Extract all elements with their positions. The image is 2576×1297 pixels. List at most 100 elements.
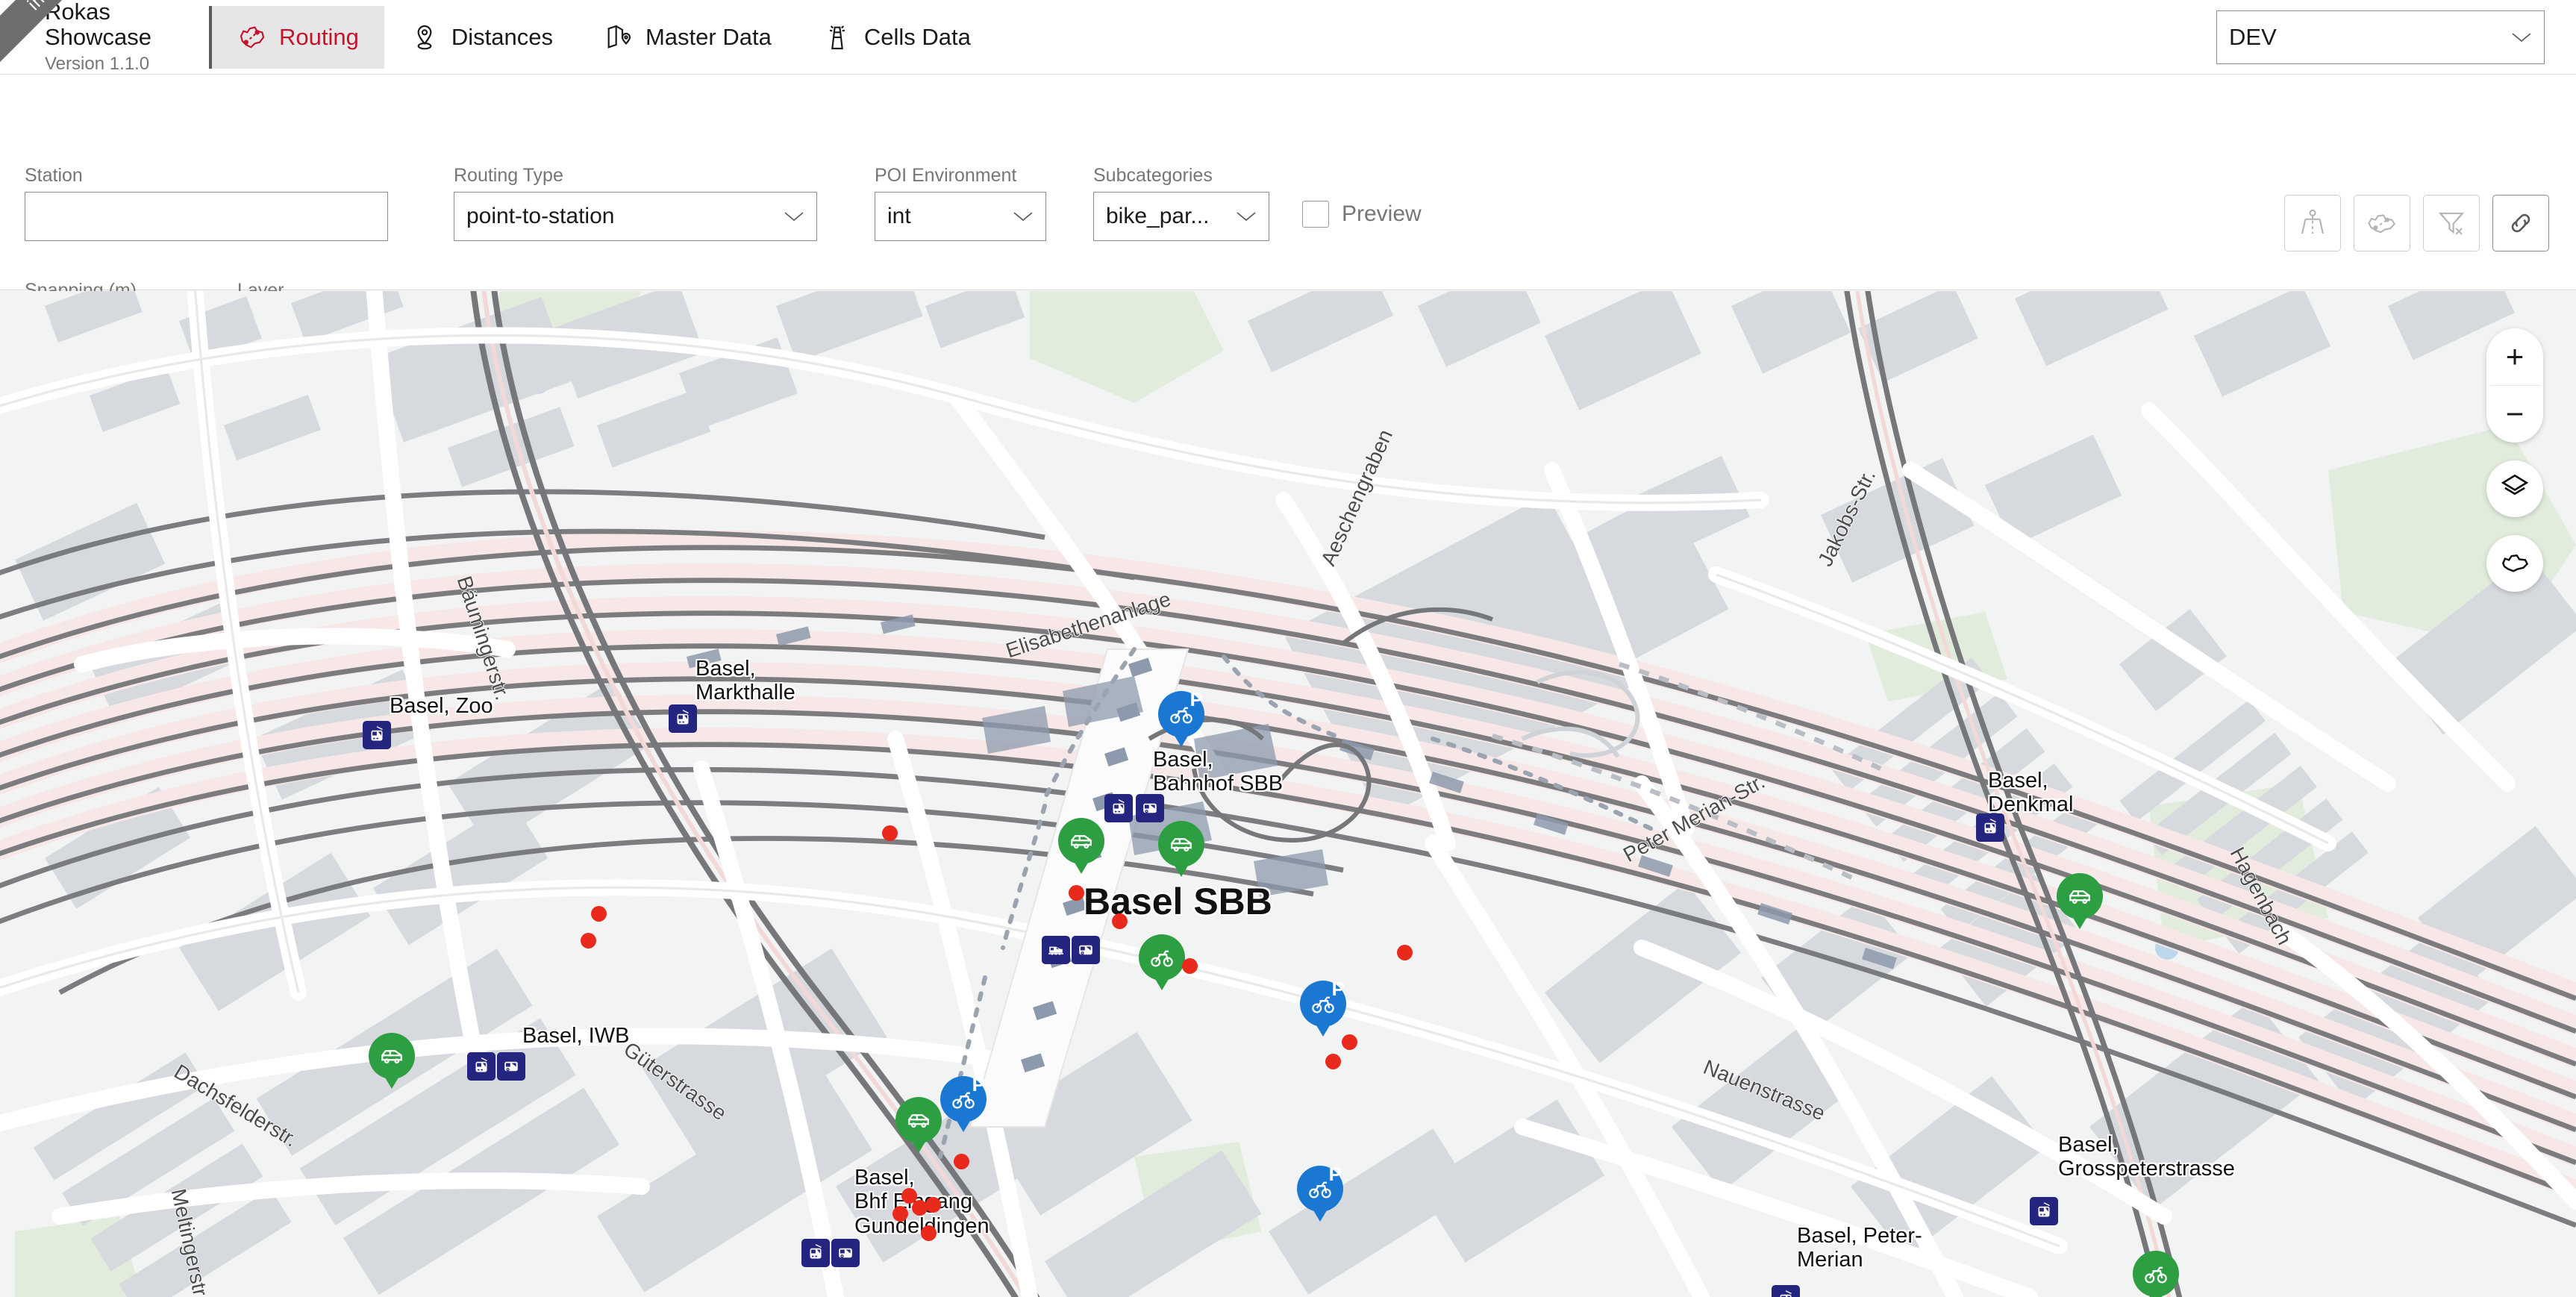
poi-environment-label: POI Environment [875,165,1017,186]
chevron-down-icon [784,212,804,222]
tram-icon[interactable] [2030,1197,2058,1225]
station-input[interactable] [25,192,388,241]
tab-cells-data[interactable]: Cells Data [797,6,996,69]
map-pin-icon [604,22,634,52]
parking-p-label: P [1189,688,1203,710]
layers-button[interactable] [2486,460,2543,517]
zoom-control: + − [2486,328,2543,443]
chevron-down-icon [1013,212,1033,222]
filter-clear-icon [2436,207,2467,239]
chevron-down-icon [2512,32,2531,42]
access-point-dot[interactable] [591,906,607,922]
tram-icon[interactable] [669,704,697,733]
chevron-down-icon [1237,212,1256,222]
tram-icon[interactable] [1976,813,2004,842]
swiss-route-button[interactable] [2354,195,2410,251]
routing-type-select[interactable]: point-to-station [454,192,817,241]
poi-environment-field-group: POI Environment int [875,165,1046,241]
tab-master-data[interactable]: Master Data [578,6,797,69]
switzerland-icon [2499,546,2530,581]
app-version: Version 1.1.0 [45,54,150,75]
poi-environment-value: int [887,204,911,228]
preview-checkbox[interactable]: Preview [1302,201,1422,228]
subcategories-select[interactable]: bike_par... [1093,192,1269,241]
app-brand: Rokas Showcase Version 1.1.0 [45,0,194,75]
access-point-dot[interactable] [1182,958,1198,974]
tab-label: Cells Data [863,23,971,50]
parking-p-label: P [972,1073,985,1096]
tab-label: Distances [451,23,553,50]
tram-icon[interactable] [1772,1285,1800,1297]
preview-label: Preview [1342,201,1422,226]
location-pin-icon [410,22,440,52]
bus-icon[interactable] [831,1239,860,1267]
bike-sharing-pin[interactable] [2133,1251,2179,1297]
zoom-in-button[interactable]: + [2486,328,2543,385]
link-button[interactable] [2492,195,2549,251]
access-point-dot[interactable] [882,825,898,841]
bike-parking-pin[interactable]: P [1297,1163,1343,1212]
station-label: Station [25,165,83,186]
link-icon [2505,207,2536,239]
access-point-dot[interactable] [1069,885,1084,901]
environment-select-wrapper: DEV [2216,10,2545,64]
switzerland-button[interactable] [2486,535,2543,592]
access-point-dot[interactable] [892,1206,908,1222]
bike-parking-pin[interactable]: P [940,1073,987,1122]
parking-p-label: P [1328,1163,1342,1185]
routing-type-label: Routing Type [454,165,563,186]
car-sharing-pin[interactable] [2057,873,2103,919]
tab-label: Routing [279,23,359,50]
map-basemap [0,291,2576,1297]
access-point-dot[interactable] [954,1154,969,1169]
access-point-dot[interactable] [921,1225,937,1241]
tab-routing[interactable]: Routing [209,5,384,69]
tram-icon[interactable] [801,1239,830,1267]
access-point-dot[interactable] [925,1197,941,1213]
swiss-route-icon [237,22,267,52]
parking-p-label: P [1331,978,1345,1000]
route-path-button[interactable] [2284,195,2341,251]
bike-sharing-pin[interactable] [1139,934,1185,981]
filter-clear-button[interactable] [2423,195,2480,251]
tab-distances[interactable]: Distances [384,6,578,69]
subcategories-value: bike_par... [1106,204,1210,228]
tram-icon[interactable] [363,721,391,749]
access-point-dot[interactable] [1342,1034,1357,1050]
tab-label: Master Data [645,23,772,50]
subcategories-field-group: Subcategories bike_par... [1093,165,1269,241]
checkbox-box [1302,201,1329,228]
car-sharing-pin[interactable] [369,1033,415,1079]
train-icon[interactable] [1042,936,1070,964]
routing-type-value: point-to-station [466,204,615,228]
bus-icon[interactable] [1072,936,1100,964]
routing-type-field-group: Routing Type point-to-station [454,165,817,241]
action-button-group [2284,195,2549,251]
swiss-route-icon [2366,207,2398,239]
bus-icon[interactable] [497,1052,525,1081]
access-point-dot[interactable] [1112,913,1128,929]
car-sharing-pin[interactable] [895,1097,942,1143]
station-field-group: Station [25,165,388,241]
tram-icon[interactable] [1104,794,1133,822]
access-point-dot[interactable] [581,933,596,948]
app-header: int Rokas Showcase Version 1.1.0 Routing [0,0,2576,75]
access-point-dot[interactable] [1397,945,1413,960]
route-path-icon [2297,207,2328,239]
poi-environment-select[interactable]: int [875,192,1046,241]
environment-select-value: DEV [2229,23,2277,50]
zoom-out-button[interactable]: − [2486,386,2543,443]
car-sharing-pin[interactable] [1058,818,1104,864]
access-point-dot[interactable] [1325,1054,1341,1069]
lighthouse-icon [822,22,852,52]
tram-icon[interactable] [467,1052,495,1081]
preview-checkbox-group: Preview [1302,201,1422,228]
map-viewport[interactable]: Basel, Zoo Basel, Markthalle Basel, Bahn… [0,291,2576,1297]
environment-select[interactable]: DEV [2216,10,2545,64]
main-tab-bar: Routing Distances Master Data Cells Data [209,0,996,75]
car-sharing-pin[interactable] [1158,821,1204,867]
filter-toolbar: Station Routing Type point-to-station PO… [0,75,2576,356]
bus-icon[interactable] [1136,794,1164,822]
bike-parking-pin[interactable]: P [1158,688,1204,737]
bike-parking-pin[interactable]: P [1300,978,1346,1027]
